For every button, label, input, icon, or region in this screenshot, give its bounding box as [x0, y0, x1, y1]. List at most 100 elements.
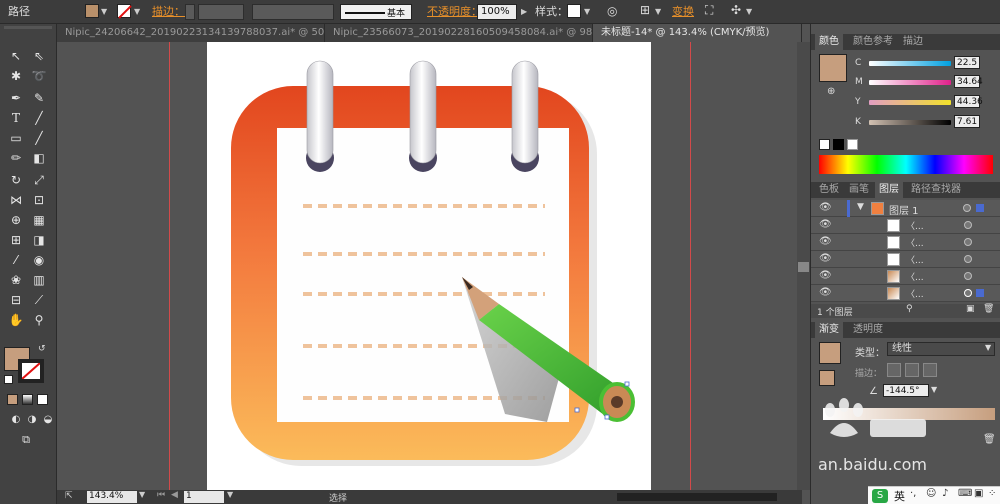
- sublayer-row[interactable]: 👁 〈...: [811, 234, 1000, 251]
- chevron-down-icon[interactable]: ▼: [931, 385, 937, 394]
- visibility-eye-icon[interactable]: 👁: [819, 219, 832, 231]
- align-icon[interactable]: ⊞: [640, 3, 650, 17]
- default-colors-icon[interactable]: [4, 375, 13, 384]
- sogou-icon[interactable]: S: [872, 489, 888, 503]
- visibility-eye-icon[interactable]: 👁: [819, 287, 832, 299]
- notepad-illustration[interactable]: [207, 42, 651, 490]
- opacity-field[interactable]: 100%: [477, 4, 517, 20]
- hand-tool-icon[interactable]: ✋: [8, 312, 24, 328]
- pencil-tool-icon[interactable]: ✏: [8, 150, 24, 166]
- new-layer-icon[interactable]: ▣: [966, 304, 975, 314]
- shape-builder-tool-icon[interactable]: ⊕: [8, 212, 24, 228]
- black-color-icon[interactable]: [833, 139, 844, 150]
- artboard[interactable]: [207, 42, 651, 490]
- keyboard-icon[interactable]: ⌨: [958, 488, 972, 499]
- toolbox-icon[interactable]: ⁘: [988, 488, 996, 499]
- gradient-type-select[interactable]: 线性: [887, 342, 995, 356]
- tab-transparency[interactable]: 透明度: [849, 322, 887, 338]
- color-fill-swatch[interactable]: [819, 54, 847, 82]
- swap-fill-stroke-icon[interactable]: ↺: [38, 344, 46, 354]
- previous-artboard-icon[interactable]: ◀: [171, 490, 178, 500]
- channel-k-value[interactable]: 7.61: [954, 115, 980, 128]
- draw-normal-icon[interactable]: ◐: [8, 412, 24, 428]
- channel-y-value[interactable]: 44.36: [954, 95, 983, 108]
- target-circle-icon[interactable]: [964, 289, 972, 297]
- variable-width-dropdown[interactable]: [252, 4, 334, 20]
- locate-object-icon[interactable]: ⚲: [906, 304, 913, 314]
- type-tool-icon[interactable]: T: [8, 110, 24, 126]
- gradient-mode-icon[interactable]: [22, 394, 33, 405]
- horizontal-scrollbar[interactable]: [617, 493, 777, 501]
- sublayer-row[interactable]: 👁 〈...: [811, 268, 1000, 285]
- target-circle-icon[interactable]: [964, 221, 972, 229]
- tab-color-guide[interactable]: 颜色参考: [849, 34, 897, 50]
- visibility-eye-icon[interactable]: 👁: [819, 253, 832, 265]
- document-tab-3[interactable]: 未标题-14* @ 143.4% (CMYK/预览): [593, 24, 802, 42]
- column-graph-tool-icon[interactable]: ▥: [31, 272, 47, 288]
- color-mode-icon[interactable]: [7, 394, 18, 405]
- line-tool-icon[interactable]: ╱: [31, 110, 47, 126]
- gradient-preview[interactable]: [819, 342, 841, 364]
- visibility-eye-icon[interactable]: 👁: [819, 270, 832, 282]
- tab-swatches[interactable]: 色板: [815, 182, 843, 198]
- fill-color-swatch[interactable]: [85, 4, 99, 18]
- scrollbar-thumb[interactable]: [798, 262, 809, 272]
- chevron-down-icon[interactable]: ▼: [139, 490, 145, 499]
- target-circle-icon[interactable]: [964, 272, 972, 280]
- target-circle-icon[interactable]: [964, 238, 972, 246]
- sublayer-row[interactable]: 👁 〈...: [811, 217, 1000, 234]
- tab-pathfinder[interactable]: 路径查找器: [907, 182, 965, 198]
- ime-toolbar[interactable]: S 英 ·, ☺ ♪ ⌨ ▣ ⁘: [868, 486, 1000, 504]
- document-tab-2[interactable]: Nipic_23566073_20190228160509458084.ai* …: [325, 24, 593, 42]
- recolor-icon[interactable]: ◎: [607, 4, 617, 18]
- layer-name[interactable]: 图层 1: [889, 202, 919, 217]
- pen-tool-icon[interactable]: ✒: [8, 90, 24, 106]
- graphic-style-swatch[interactable]: [567, 4, 581, 18]
- blend-tool-icon[interactable]: ◉: [31, 252, 47, 268]
- visibility-eye-icon[interactable]: 👁: [819, 236, 832, 248]
- chevron-down-icon[interactable]: ▼: [134, 0, 140, 24]
- ime-mode-label[interactable]: 英: [894, 488, 905, 504]
- visibility-eye-icon[interactable]: 👁: [819, 202, 832, 214]
- tab-gradient[interactable]: 渐变: [815, 322, 843, 338]
- selection-tool-icon[interactable]: ↖: [8, 48, 24, 64]
- screen-mode-icon[interactable]: ⧉: [18, 432, 34, 448]
- artboard-number-field[interactable]: 1: [184, 491, 224, 503]
- first-artboard-icon[interactable]: ⏮: [157, 490, 165, 500]
- brush-definition-dropdown[interactable]: 基本: [340, 4, 412, 20]
- stroke-color-box[interactable]: [18, 359, 44, 383]
- punctuation-icon[interactable]: ·,: [910, 488, 916, 499]
- artboard-tool-icon[interactable]: ⊟: [8, 292, 24, 308]
- stroke-none-swatch[interactable]: [117, 4, 132, 19]
- chevron-down-icon[interactable]: ▼: [227, 490, 233, 499]
- rectangle-tool-icon[interactable]: ▭: [8, 130, 24, 146]
- target-circle-icon[interactable]: [964, 255, 972, 263]
- stroke-label[interactable]: 描边：: [152, 0, 185, 24]
- chevron-down-icon[interactable]: ▼: [985, 343, 991, 352]
- chevron-down-icon[interactable]: ▼: [746, 0, 752, 24]
- channel-c-slider[interactable]: [869, 61, 951, 66]
- tab-color[interactable]: 颜色: [815, 34, 843, 50]
- emoji-icon[interactable]: ☺: [926, 488, 936, 499]
- lasso-tool-icon[interactable]: ➰: [31, 68, 47, 84]
- layer-row[interactable]: 👁 ▼ 图层 1: [811, 200, 1000, 217]
- document-tab-1[interactable]: Nipic_24206642_20190223134139788037.ai* …: [57, 24, 325, 42]
- target-circle-icon[interactable]: [963, 204, 971, 212]
- symbol-sprayer-tool-icon[interactable]: ❀: [8, 272, 24, 288]
- sublayer-name[interactable]: 〈...: [906, 270, 924, 283]
- skin-icon[interactable]: ▣: [974, 488, 983, 499]
- channel-c-value[interactable]: 22.5: [954, 56, 980, 69]
- none-color-icon[interactable]: [819, 139, 830, 150]
- eraser-tool-icon[interactable]: ◧: [31, 150, 47, 166]
- stroke-gradient-option[interactable]: [905, 363, 919, 377]
- panel-grip[interactable]: [4, 26, 52, 29]
- chevron-right-icon[interactable]: ▶: [521, 0, 527, 24]
- mesh-tool-icon[interactable]: ⊞: [8, 232, 24, 248]
- trash-icon[interactable]: 🗑: [983, 304, 994, 314]
- isolate-icon[interactable]: ⛶: [705, 3, 713, 18]
- canvas-area[interactable]: [57, 42, 802, 490]
- rotate-tool-icon[interactable]: ↻: [8, 172, 24, 188]
- channel-y-slider[interactable]: [869, 100, 951, 105]
- curvature-tool-icon[interactable]: ✎: [31, 90, 47, 106]
- gradient-fill-box[interactable]: [819, 370, 835, 386]
